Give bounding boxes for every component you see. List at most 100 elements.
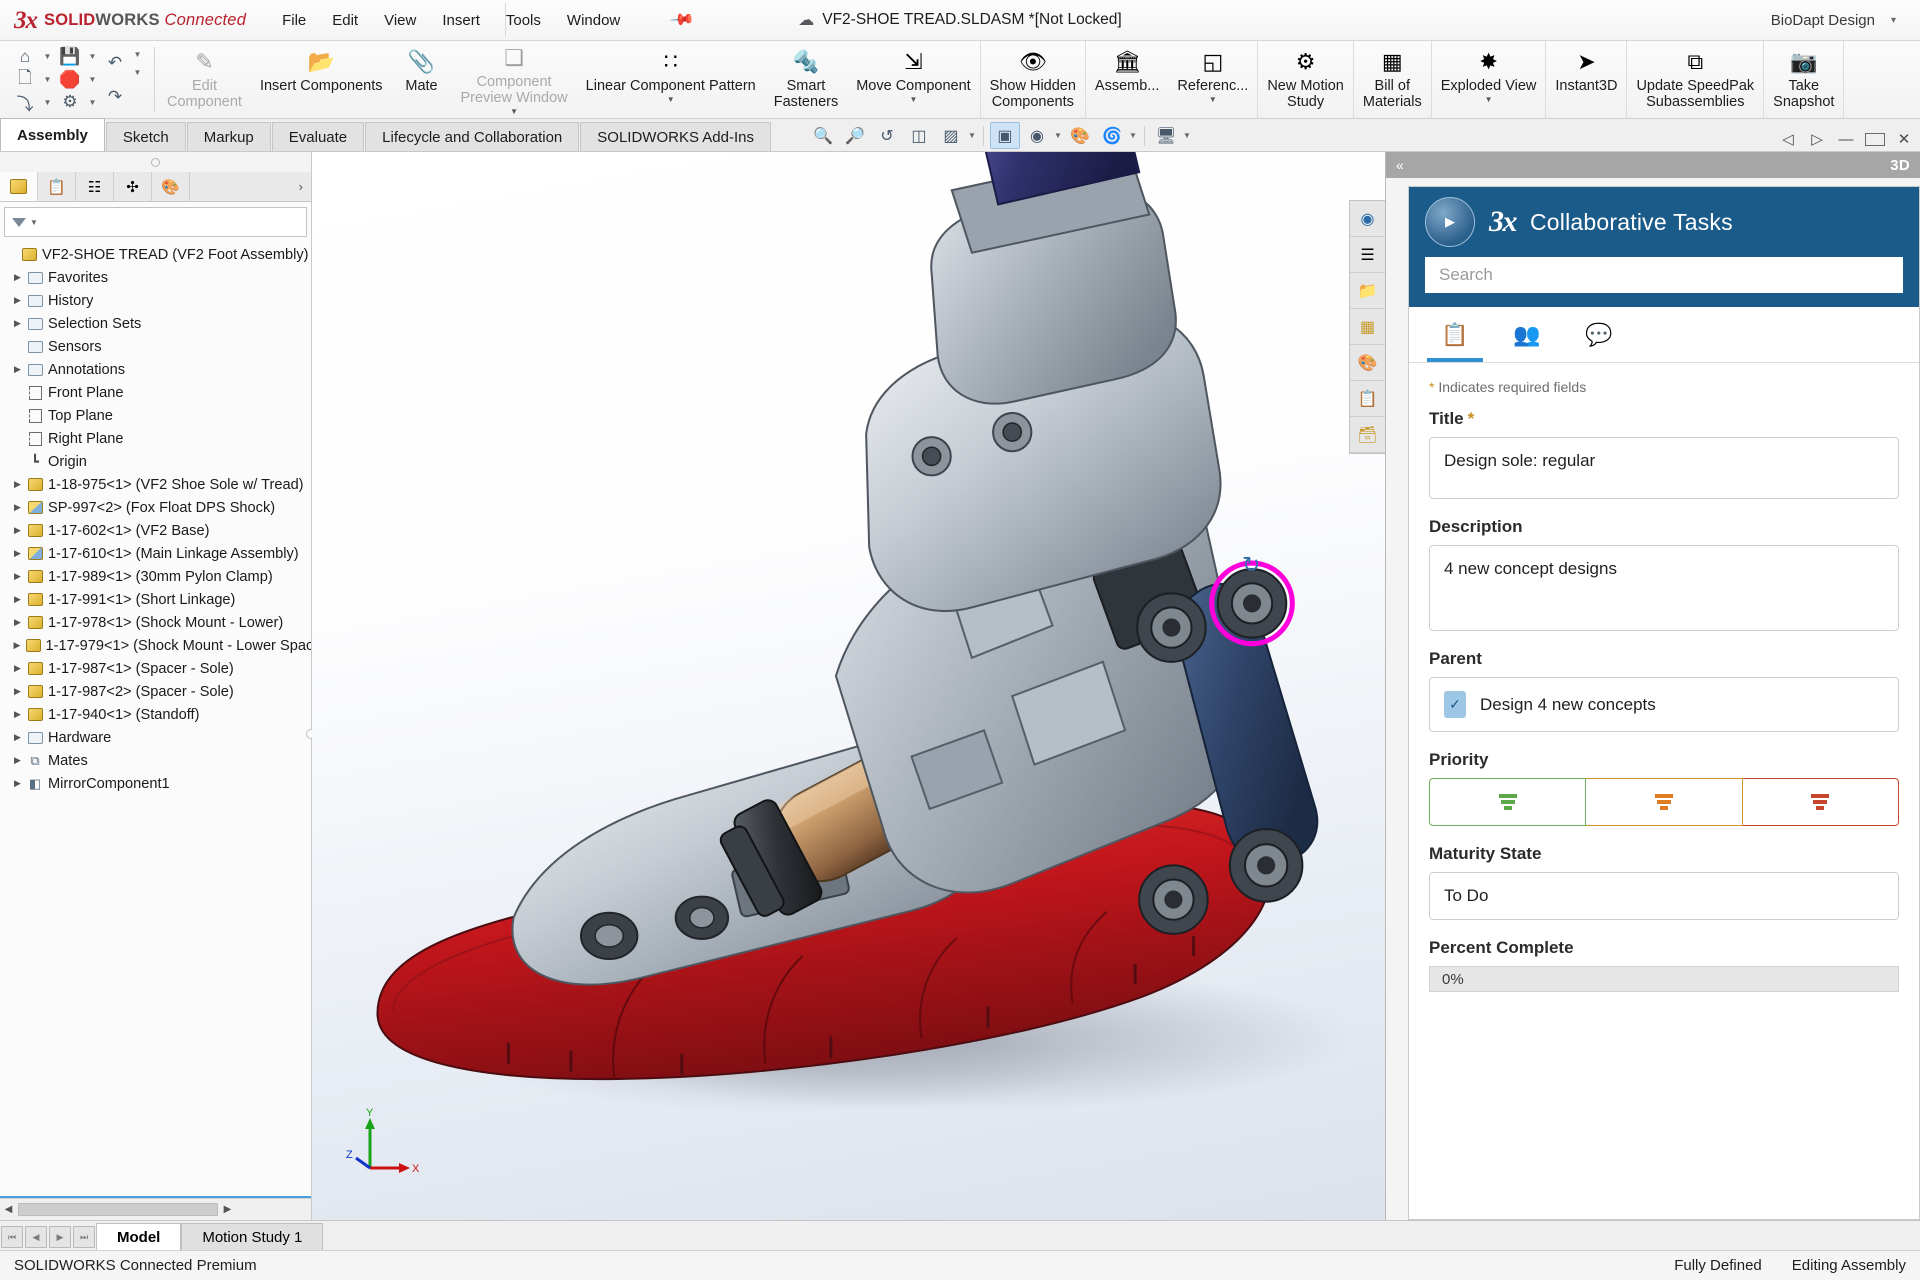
- appearances-icon[interactable]: ▦: [1350, 309, 1385, 345]
- expand-chevron-icon[interactable]: ▶: [10, 778, 25, 789]
- minimize-window-icon[interactable]: —: [1836, 131, 1856, 148]
- bill-of-materials-button[interactable]: ▦ Bill of Materials: [1354, 41, 1431, 118]
- tab-lifecycle-and-collaboration[interactable]: Lifecycle and Collaboration: [365, 122, 580, 151]
- tree-node[interactable]: ▶ 1-17-979<1> (Shock Mount - Lower Spacer…: [0, 634, 312, 657]
- parent-value[interactable]: ✓ Design 4 new concepts: [1429, 677, 1899, 732]
- tree-node[interactable]: ▶ Hardware: [0, 726, 311, 749]
- tree-node[interactable]: ▶ 1-18-975<1> (VF2 Shoe Sole w/ Tread): [0, 473, 311, 496]
- chevron-down-icon[interactable]: ▼: [510, 107, 518, 116]
- high-priority-button[interactable]: [1742, 778, 1899, 826]
- linear-component-pattern-button[interactable]: ∷ Linear Component Pattern ▼: [577, 41, 765, 118]
- menu-file[interactable]: File: [282, 12, 306, 29]
- expand-chevron-icon[interactable]: ▶: [10, 318, 25, 329]
- people-members-icon[interactable]: 👥: [1491, 307, 1563, 362]
- select-arrow-icon[interactable]: ⤵: [10, 91, 40, 114]
- tree-node[interactable]: ▶ 1-17-991<1> (Short Linkage): [0, 588, 311, 611]
- tree-node[interactable]: ▶ History: [0, 289, 311, 312]
- zoom-to-fit-icon[interactable]: 🔍: [808, 122, 838, 149]
- feature-tree-filter[interactable]: ▼: [4, 207, 307, 237]
- configuration-manager-icon[interactable]: ☷: [76, 172, 114, 201]
- previous-view-icon[interactable]: ↺: [872, 122, 902, 149]
- expand-chevron-icon[interactable]: ▶: [10, 571, 25, 582]
- comments-icon[interactable]: 💬: [1563, 307, 1635, 362]
- next-document-icon[interactable]: ▶: [49, 1226, 71, 1248]
- view-orientation-icon[interactable]: ◉: [1350, 201, 1385, 237]
- chevron-down-icon[interactable]: ▼: [42, 75, 53, 84]
- task-details-icon[interactable]: 📋: [1419, 307, 1491, 362]
- tree-node[interactable]: Front Plane: [0, 381, 311, 404]
- tab-sketch[interactable]: Sketch: [105, 122, 186, 151]
- expand-chevron-icon[interactable]: ▶: [10, 548, 25, 559]
- expand-chevron-icon[interactable]: ▶: [10, 686, 25, 697]
- undo-icon[interactable]: ↶: [100, 51, 130, 74]
- section-icon[interactable]: 🗃: [1350, 417, 1385, 453]
- previous-pane-icon[interactable]: ◁: [1778, 130, 1798, 148]
- expand-chevron-icon[interactable]: ▶: [10, 525, 25, 536]
- menu-tools[interactable]: Tools: [506, 12, 541, 29]
- expand-chevron-icon[interactable]: ▶: [10, 295, 25, 306]
- show-hidden-components-button[interactable]: 👁 Show Hidden Components: [981, 41, 1085, 118]
- scene-icon[interactable]: 🎨: [1350, 345, 1385, 381]
- expand-chevron-icon[interactable]: ▶: [10, 502, 25, 513]
- chevron-down-icon[interactable]: ▼: [1183, 131, 1192, 140]
- mate-paperclip-button[interactable]: 📎 Mate: [391, 41, 451, 118]
- instant3d-button[interactable]: ➤ Instant3D: [1546, 41, 1626, 118]
- section-view-icon[interactable]: ◫: [904, 122, 934, 149]
- reference-geometry-button[interactable]: ◱ Referenc... ▼: [1168, 41, 1257, 118]
- view-orientation-icon[interactable]: ▨: [936, 122, 966, 149]
- chevron-down-icon[interactable]: ▼: [968, 131, 977, 140]
- dimxpert-manager-icon[interactable]: ✣: [114, 172, 152, 201]
- tree-node[interactable]: Top Plane: [0, 404, 311, 427]
- tree-node[interactable]: ▶ 1-17-602<1> (VF2 Base): [0, 519, 311, 542]
- expand-chevron-icon[interactable]: ▶: [10, 617, 25, 628]
- tab-motion-study-1[interactable]: Motion Study 1: [181, 1223, 324, 1250]
- chevron-down-icon[interactable]: ▼: [132, 68, 143, 77]
- scroll-left-icon[interactable]: ◀: [0, 1204, 17, 1215]
- title-input[interactable]: Design sole: regular: [1429, 437, 1899, 499]
- save-icon[interactable]: 💾: [55, 46, 85, 69]
- chevron-down-icon[interactable]: ▼: [87, 52, 98, 61]
- expand-chevron-icon[interactable]: ▶: [10, 272, 25, 283]
- chevron-down-icon[interactable]: ▼: [1209, 95, 1217, 104]
- menu-view[interactable]: View: [384, 12, 416, 29]
- new-document-icon[interactable]: 🗋: [10, 68, 40, 91]
- graphics-viewport[interactable]: Y X Z ↻ ◉ ☰ 📁 ▦ 🎨 📋 🗃: [312, 152, 1385, 1220]
- restore-window-icon[interactable]: [1865, 132, 1885, 146]
- display-style-icon[interactable]: ☰: [1350, 237, 1385, 273]
- pushpin-icon[interactable]: 📌: [668, 6, 696, 34]
- first-document-icon[interactable]: ⏮: [1, 1226, 23, 1248]
- panel-grip[interactable]: [0, 152, 311, 172]
- options-gear-icon[interactable]: ⚙: [55, 91, 85, 114]
- update-speedpak-button[interactable]: ⧉ Update SpeedPak Subassemblies: [1627, 41, 1763, 118]
- expand-chevron-icon[interactable]: ▶: [10, 663, 25, 674]
- move-component-button[interactable]: ⇲ Move Component ▼: [847, 41, 979, 118]
- display-style-icon[interactable]: ▣: [989, 122, 1020, 149]
- chevron-down-icon[interactable]: ▼: [1485, 95, 1493, 104]
- edit-appearance-icon[interactable]: 🎨: [1065, 122, 1095, 149]
- exploded-view-button[interactable]: ✸ Exploded View ▼: [1432, 41, 1546, 118]
- tree-node[interactable]: Sensors: [0, 335, 311, 358]
- feature-manager-design-tree-icon[interactable]: [0, 172, 38, 201]
- tree-node[interactable]: ▶ Selection Sets: [0, 312, 311, 335]
- tree-node[interactable]: ▶ 1-17-989<1> (30mm Pylon Clamp): [0, 565, 311, 588]
- property-manager-icon[interactable]: 📋: [38, 172, 76, 201]
- tree-node[interactable]: ▶ 1-17-987<2> (Spacer - Sole): [0, 680, 311, 703]
- next-pane-icon[interactable]: ▷: [1807, 130, 1827, 148]
- menu-edit[interactable]: Edit: [332, 12, 358, 29]
- insert-components-button[interactable]: 📂 Insert Components: [251, 41, 392, 118]
- expand-chevron-icon[interactable]: ▶: [10, 364, 25, 375]
- menu-insert[interactable]: Insert: [442, 12, 480, 29]
- expand-chevron-icon[interactable]: ▶: [10, 640, 24, 651]
- 3d-model-render[interactable]: [312, 152, 1385, 1220]
- scroll-thumb[interactable]: [18, 1203, 218, 1216]
- tree-node[interactable]: ▶ 1-17-610<1> (Main Linkage Assembly): [0, 542, 311, 565]
- tree-node[interactable]: ▶ SP-997<2> (Fox Float DPS Shock): [0, 496, 311, 519]
- chevron-down-icon[interactable]: ▼: [909, 95, 917, 104]
- expand-chevron-icon[interactable]: ▶: [10, 709, 25, 720]
- chevron-down-icon[interactable]: ▼: [1129, 131, 1138, 140]
- 3dexperience-compass-icon[interactable]: [1425, 197, 1475, 247]
- close-window-icon[interactable]: ✕: [1894, 130, 1914, 148]
- search-input[interactable]: Search: [1425, 257, 1903, 293]
- new-motion-study-button[interactable]: ⚙ New Motion Study: [1258, 41, 1353, 118]
- tree-node[interactable]: ▶ ⧉ Mates: [0, 749, 311, 772]
